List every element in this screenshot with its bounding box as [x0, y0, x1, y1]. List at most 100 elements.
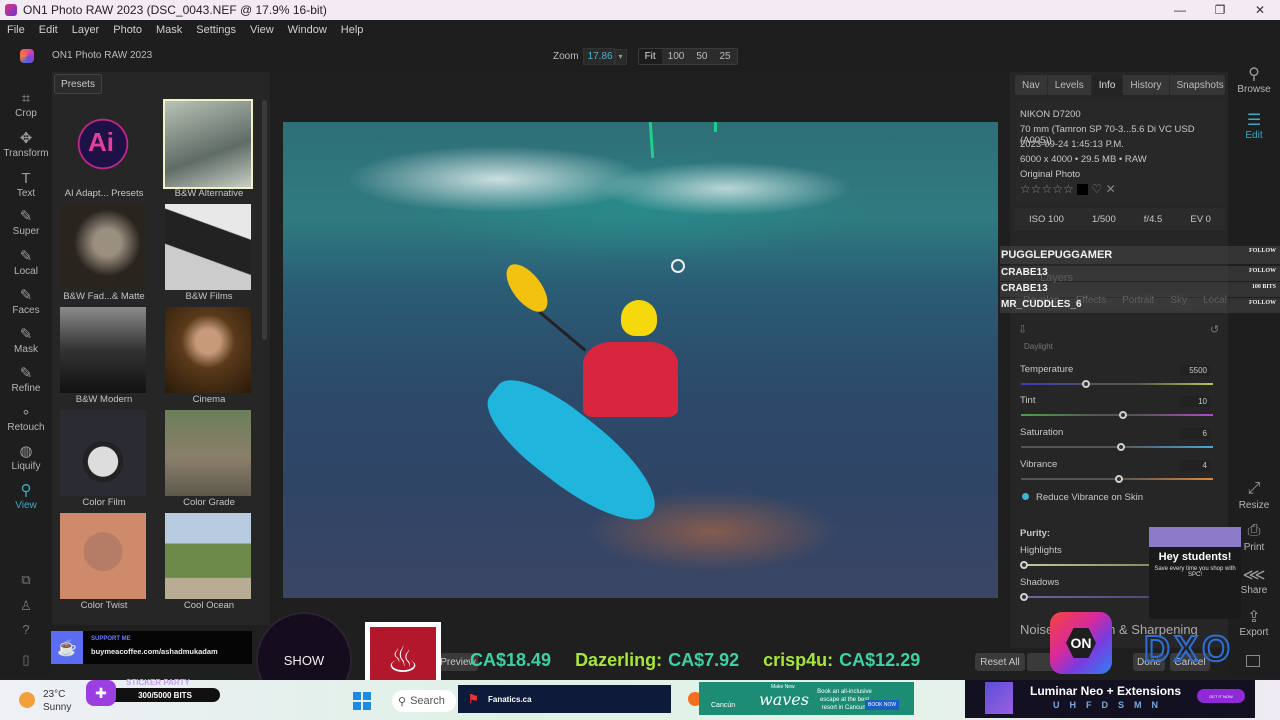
star-rating[interactable]: ☆☆☆☆☆: [1020, 182, 1074, 196]
help-icon[interactable]: ?: [16, 622, 36, 640]
zoom-input[interactable]: 17.86: [582, 48, 615, 65]
reset-icon[interactable]: ↺: [1210, 323, 1219, 336]
heart-icon[interactable]: ♡: [1091, 182, 1102, 196]
layers-add-icon[interactable]: ⧉: [16, 572, 36, 590]
preset-item[interactable]: B&W Alternative: [159, 99, 261, 202]
slider-value-temperature[interactable]: 5500: [1180, 365, 1210, 376]
presets-tab[interactable]: Presets: [54, 74, 102, 94]
purity-slider-highlights[interactable]: [1020, 561, 1151, 569]
zoom-50-button[interactable]: 50: [690, 49, 713, 64]
chat-event: CRABE13 100 BITS: [1000, 282, 1280, 297]
user-add-icon[interactable]: ♙: [16, 598, 36, 616]
preset-item[interactable]: Cool Ocean: [159, 512, 261, 614]
tool-liquify[interactable]: ◍ Liquify: [0, 443, 52, 472]
slider-vibrance[interactable]: [1021, 475, 1213, 483]
tool-refine[interactable]: ✎ Refine: [0, 365, 52, 394]
fanatics-ad[interactable]: ⚑ Fanatics.ca: [458, 685, 671, 713]
tab-info[interactable]: Info: [1091, 75, 1124, 95]
zoom-fit-button[interactable]: Fit: [638, 49, 662, 64]
reject-icon[interactable]: ✕: [1106, 182, 1116, 196]
zoom-25-button[interactable]: 25: [713, 49, 736, 64]
reset-all-button[interactable]: Reset All: [975, 653, 1025, 671]
tool-mask[interactable]: ✎ Mask: [0, 326, 52, 355]
slider-knob[interactable]: [1114, 475, 1123, 483]
weather-widget[interactable]: 23°C Sunny: [43, 688, 71, 714]
preset-item[interactable]: B&W Films: [159, 203, 261, 305]
panel-toggle-icon[interactable]: [1246, 655, 1260, 667]
preset-label: B&W Fad...& Matte: [63, 291, 145, 302]
minimize-button[interactable]: —: [1160, 0, 1200, 20]
menu-mask[interactable]: Mask: [149, 24, 189, 36]
cancun-ad[interactable]: Cancún Make New waves Book an all-inclus…: [699, 682, 914, 715]
support-me-banner: ☕ SUPPORT ME buymeacoffee.com/ashadmukad…: [51, 631, 252, 664]
zoom-dropdown-chevron-icon[interactable]: ▾: [614, 48, 627, 65]
tab-levels[interactable]: Levels: [1048, 75, 1092, 95]
taskbar-search[interactable]: ⚲ Search: [392, 690, 456, 712]
luminar-extension-keys: UHFDSMN: [1053, 700, 1168, 710]
menu-photo[interactable]: Photo: [106, 24, 149, 36]
tab-history[interactable]: History: [1123, 75, 1170, 95]
menu-view[interactable]: View: [243, 24, 281, 36]
on1-logo-icon: [20, 49, 34, 63]
sticker-title: STICKER PARTY: [126, 678, 190, 687]
purity-slider-shadows[interactable]: [1020, 593, 1151, 601]
slider-label-saturation: Saturation: [1020, 427, 1064, 438]
preset-item[interactable]: Ai AI Adapt... Presets: [54, 100, 156, 202]
zoom-100-button[interactable]: 100: [662, 49, 691, 64]
tool-label: Mask: [14, 344, 38, 355]
preset-item[interactable]: B&W Fad...& Matte: [54, 203, 156, 305]
menu-window[interactable]: Window: [281, 24, 334, 36]
tool-text[interactable]: T Text: [0, 170, 52, 199]
photo-canvas[interactable]: [283, 122, 998, 598]
menu-help[interactable]: Help: [334, 24, 371, 36]
windows-start-icon[interactable]: [353, 692, 371, 710]
slider-temperature[interactable]: [1021, 380, 1213, 388]
slider-knob[interactable]: [1116, 443, 1125, 451]
tool-browse[interactable]: ⚲ Browse: [1228, 64, 1280, 95]
preset-item[interactable]: Color Film: [54, 409, 156, 511]
luminar-cta-button[interactable]: GET IT NOW: [1197, 689, 1245, 703]
image-dimensions: 6000 x 4000 • 29.5 MB • RAW: [1020, 154, 1147, 165]
preset-item[interactable]: Color Twist: [54, 512, 156, 614]
tab-nav[interactable]: Nav: [1015, 75, 1048, 95]
maximize-button[interactable]: ❐: [1200, 0, 1240, 20]
panel-toggle-icon[interactable]: ▯: [16, 652, 36, 670]
menu-layer[interactable]: Layer: [65, 24, 107, 36]
cancun-book-button[interactable]: BOOK NOW: [865, 700, 900, 710]
reduce-vibrance-checkbox[interactable]: [1022, 493, 1029, 500]
slider-knob[interactable]: [1020, 593, 1028, 601]
luminar-ad[interactable]: Luminar Neo + Extensions UHFDSMN GET IT …: [965, 680, 1255, 718]
preset-item[interactable]: B&W Modern: [54, 306, 156, 408]
slider-saturation[interactable]: [1021, 443, 1213, 451]
preset-thumbnail: [60, 307, 146, 393]
preset-label: Cinema: [192, 394, 226, 405]
tool-faces[interactable]: ✎ Faces: [0, 287, 52, 316]
preset-item[interactable]: Cinema: [159, 306, 261, 408]
menu-file[interactable]: File: [0, 24, 32, 36]
close-button[interactable]: ✕: [1240, 0, 1280, 20]
menu-edit[interactable]: Edit: [32, 24, 65, 36]
tool-label: Browse: [1237, 84, 1271, 95]
presets-scrollbar[interactable]: [262, 100, 267, 340]
tool-edit[interactable]: ☰ Edit: [1228, 110, 1280, 141]
tool-view[interactable]: ⚲ View: [0, 482, 52, 511]
slider-tint[interactable]: [1021, 411, 1213, 419]
tool-super[interactable]: ✎ Super: [0, 208, 52, 237]
slider-value-saturation[interactable]: 6: [1180, 428, 1210, 439]
tool-crop[interactable]: ⌗ Crop: [0, 90, 52, 119]
save-preset-icon[interactable]: ⇩: [1018, 323, 1027, 336]
zoom-cursor-icon: [671, 259, 685, 273]
tab-snapshots[interactable]: Snapshots: [1170, 75, 1232, 95]
white-balance-preset[interactable]: Daylight: [1024, 342, 1053, 351]
slider-knob[interactable]: [1118, 411, 1127, 419]
color-label-swatch[interactable]: [1077, 184, 1089, 196]
tool-retouch[interactable]: ∘ Retouch: [0, 404, 52, 433]
slider-knob[interactable]: [1020, 561, 1028, 569]
slider-value-tint[interactable]: 10: [1180, 396, 1210, 407]
preset-item[interactable]: Color Grade: [159, 409, 261, 511]
tool-resize[interactable]: ⤢ Resize: [1228, 480, 1280, 511]
tool-transform[interactable]: ✥ Transform: [0, 130, 52, 159]
tool-local[interactable]: ✎ Local: [0, 248, 52, 277]
slider-value-vibrance[interactable]: 4: [1180, 460, 1210, 471]
menu-settings[interactable]: Settings: [189, 24, 243, 36]
